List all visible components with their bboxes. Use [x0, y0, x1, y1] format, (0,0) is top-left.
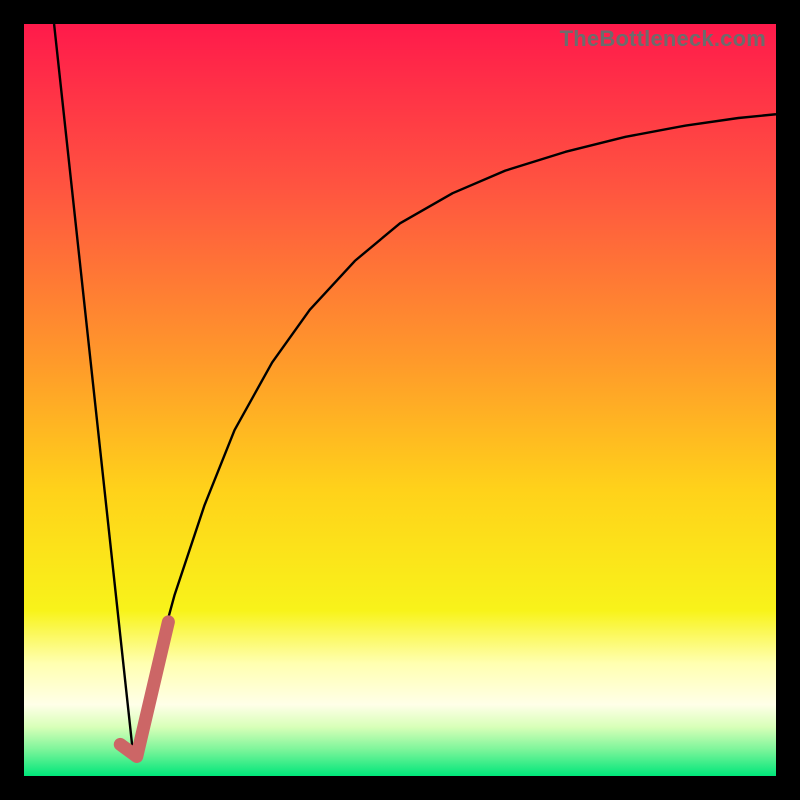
chart-lines	[24, 24, 776, 776]
series-highlight-tick	[120, 622, 168, 757]
watermark-text: TheBottleneck.com	[560, 26, 766, 52]
series-curve-right	[133, 114, 776, 753]
chart-frame: TheBottleneck.com	[0, 0, 800, 800]
series-v-left	[54, 24, 133, 753]
plot-area: TheBottleneck.com	[24, 24, 776, 776]
